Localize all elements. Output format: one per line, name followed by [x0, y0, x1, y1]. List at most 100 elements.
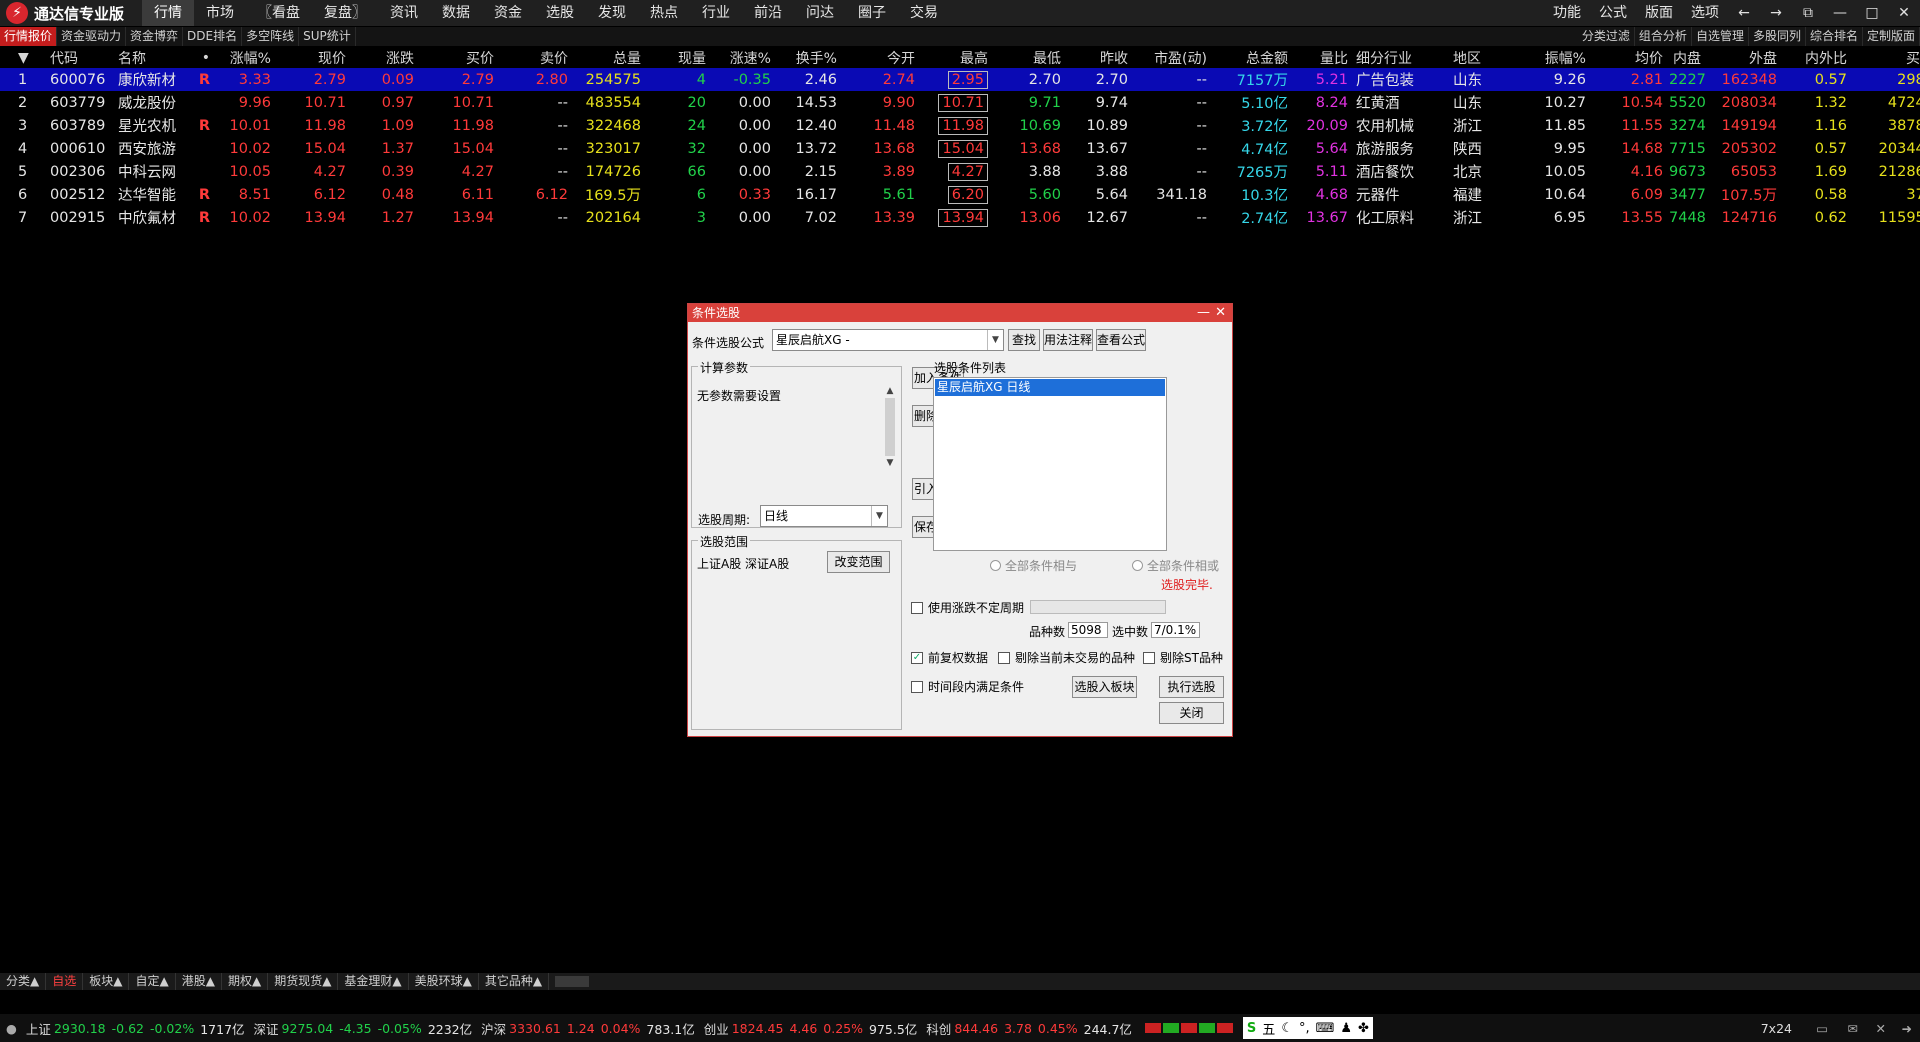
col-header-flag[interactable]: •: [196, 47, 216, 68]
close-window-icon[interactable]: ✕: [1888, 5, 1920, 21]
col-header-high[interactable]: 最高: [921, 47, 994, 68]
col-header-open[interactable]: 今开: [843, 47, 921, 68]
kc-index-label[interactable]: 科创: [920, 1019, 951, 1038]
sort-desc-icon[interactable]: ▼: [0, 47, 48, 68]
tab-sup-stats[interactable]: SUP统计: [299, 27, 356, 46]
menu-data[interactable]: 数据: [430, 0, 482, 26]
col-header-chg-pct[interactable]: 涨幅%: [216, 47, 277, 68]
tab-us-global[interactable]: 美股环球▲: [409, 973, 479, 990]
back-arrow-icon[interactable]: ←: [1728, 5, 1760, 21]
tab-options[interactable]: 期权▲: [222, 973, 269, 990]
moon-icon[interactable]: ☾: [1281, 1021, 1293, 1036]
scroll-up-icon[interactable]: ▲: [883, 386, 897, 396]
col-header-pe[interactable]: 市盈(动): [1134, 47, 1213, 68]
cy-index-label[interactable]: 创业: [698, 1019, 729, 1038]
maximize-icon[interactable]: □: [1856, 5, 1888, 21]
run-select-button[interactable]: 执行选股: [1159, 676, 1224, 698]
tab-long-short[interactable]: 多空阵线: [242, 27, 300, 46]
view-formula-button[interactable]: 查看公式: [1096, 329, 1146, 351]
table-row[interactable]: 5 002306 中科云网 10.05 4.27 0.39 4.27 -- 174726 66 0.…: [0, 160, 1920, 183]
unfixed-period-checkbox[interactable]: 使用涨跌不定周期: [911, 599, 1024, 616]
radio-all-or[interactable]: 全部条件相或: [1132, 557, 1219, 574]
formula-select[interactable]: 星辰启航XG - ▼: [772, 329, 1004, 351]
menu-market[interactable]: 市场: [194, 0, 246, 26]
col-header-avg-price[interactable]: 均价: [1592, 47, 1669, 68]
tab-block[interactable]: 板块▲: [83, 973, 130, 990]
ime-toolbar[interactable]: S 五 ☾ °, ⌨ ♟ ✤: [1242, 1017, 1373, 1039]
table-row[interactable]: 6 002512 达华智能 R 8.51 6.12 0.48 6.11 6.12 169.5万 6 0…: [0, 183, 1920, 206]
menu-function[interactable]: 功能: [1544, 0, 1590, 26]
user-icon[interactable]: ♟: [1340, 1021, 1352, 1036]
col-header-chg[interactable]: 涨跌: [352, 47, 420, 68]
col-header-region[interactable]: 地区: [1451, 47, 1517, 68]
change-range-button[interactable]: 改变范围: [827, 551, 890, 573]
col-header-low[interactable]: 最低: [994, 47, 1067, 68]
tab-fund-game[interactable]: 资金博弈: [126, 27, 184, 46]
col-header-amplitude[interactable]: 振幅%: [1517, 47, 1592, 68]
forward-arrow-icon[interactable]: →: [1760, 5, 1792, 21]
menu-news[interactable]: 资讯: [378, 0, 430, 26]
col-header-io-ratio[interactable]: 内外比: [1783, 47, 1853, 68]
col-header-price[interactable]: 现价: [277, 47, 352, 68]
clock-label[interactable]: 7x24: [1761, 1021, 1792, 1036]
tab-watchlist[interactable]: 自选: [46, 973, 84, 990]
hs-index-label[interactable]: 沪深: [475, 1019, 506, 1038]
sh-index-label[interactable]: 上证: [20, 1019, 51, 1038]
arrow-right-circle-icon[interactable]: ➜: [1902, 1021, 1912, 1036]
usage-notes-button[interactable]: 用法注释: [1043, 329, 1093, 351]
tab-funds[interactable]: 基金理财▲: [338, 973, 409, 990]
table-row[interactable]: 1 600076 康欣新材 R 3.33 2.79 0.09 2.79 2.80 254575 4-…: [0, 68, 1920, 91]
menu-discover[interactable]: 发现: [586, 0, 638, 26]
tab-category[interactable]: 分类▲: [0, 973, 47, 990]
col-header-bid-vol[interactable]: 买量: [1853, 47, 1920, 68]
tab-dde-rank[interactable]: DDE排名: [183, 27, 243, 46]
col-header-industry[interactable]: 细分行业: [1354, 47, 1451, 68]
col-header-cur-vol[interactable]: 现量: [647, 47, 712, 68]
connection-status-icon[interactable]: ●: [0, 1021, 20, 1036]
period-satisfy-checkbox[interactable]: 时间段内满足条件: [911, 678, 1024, 695]
horizontal-scrollbar[interactable]: [555, 976, 590, 987]
menu-funds[interactable]: 资金: [482, 0, 534, 26]
sogou-ime-icon[interactable]: S: [1247, 1021, 1256, 1036]
tab-hk[interactable]: 港股▲: [176, 973, 222, 990]
restore-window-icon[interactable]: ⧉: [1792, 5, 1824, 21]
col-header-code[interactable]: 代码: [48, 47, 116, 68]
find-button[interactable]: 查找: [1008, 329, 1040, 351]
tab-custom[interactable]: 自定▲: [129, 973, 176, 990]
menu-ask[interactable]: 问达: [794, 0, 846, 26]
tab-composite-rank[interactable]: 综合排名: [1806, 27, 1863, 46]
forward-adjust-checkbox[interactable]: ✓ 前复权数据: [911, 649, 988, 666]
tab-others[interactable]: 其它品种▲: [479, 973, 550, 990]
sz-index-label[interactable]: 深证: [248, 1019, 279, 1038]
chevron-down-icon[interactable]: ▼: [987, 330, 1003, 350]
exclude-st-checkbox[interactable]: 剔除ST品种: [1143, 649, 1223, 666]
minimize-icon[interactable]: —: [1197, 304, 1210, 322]
chevron-down-icon[interactable]: ▼: [871, 506, 887, 526]
exclude-untraded-checkbox[interactable]: 剔除当前未交易的品种: [998, 649, 1135, 666]
period-select[interactable]: 日线 ▼: [760, 505, 888, 527]
message-icon[interactable]: ✉: [1848, 1021, 1858, 1036]
col-header-inner[interactable]: 内盘: [1669, 47, 1707, 68]
menu-replay[interactable]: 复盘〗: [312, 0, 378, 26]
menu-formula[interactable]: 公式: [1590, 0, 1636, 26]
apps-icon[interactable]: ✤: [1358, 1021, 1369, 1036]
table-row[interactable]: 2 603779 威龙股份 9.96 10.71 0.97 10.71 -- 483554 20 0…: [0, 91, 1920, 114]
menu-circle[interactable]: 圈子: [846, 0, 898, 26]
menu-frontier[interactable]: 前沿: [742, 0, 794, 26]
table-row[interactable]: 3 603789 星光农机 R 10.01 11.98 1.09 11.98 -- 322468 2…: [0, 114, 1920, 137]
col-header-amount[interactable]: 总金额: [1213, 47, 1294, 68]
tab-category-filter[interactable]: 分类过滤: [1578, 27, 1635, 46]
scroll-down-icon[interactable]: ▼: [883, 458, 897, 468]
tab-multi-stock[interactable]: 多股同列: [1749, 27, 1806, 46]
col-header-ask[interactable]: 卖价: [500, 47, 574, 68]
col-header-bid[interactable]: 买价: [420, 47, 500, 68]
col-header-prev-close[interactable]: 昨收: [1067, 47, 1134, 68]
table-row[interactable]: 7 002915 中欣氟材 R 10.02 13.94 1.27 13.94 -- 202164 3…: [0, 206, 1920, 229]
punctuation-icon[interactable]: °,: [1299, 1021, 1310, 1036]
tab-quote-list[interactable]: 行情报价: [0, 27, 58, 46]
params-scrollbar[interactable]: ▲ ▼: [883, 386, 897, 484]
menu-trade[interactable]: 交易: [898, 0, 950, 26]
menu-options[interactable]: 选项: [1682, 0, 1728, 26]
table-row[interactable]: 4 000610 西安旅游 10.02 15.04 1.37 15.04 -- 323017 32…: [0, 137, 1920, 160]
ime-mode[interactable]: 五: [1262, 1019, 1275, 1038]
